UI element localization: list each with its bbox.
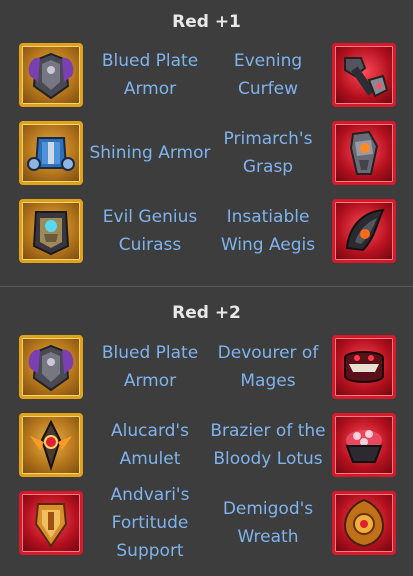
item-row: Blued Plate Armor Devourer of Mages (0, 332, 413, 402)
item-row: Evil Genius Cuirass Insatiable Wing Aegi… (0, 196, 413, 266)
andvaris-fortitude-support-icon[interactable] (19, 491, 83, 555)
item-name-right[interactable]: Primarch's Grasp (203, 118, 333, 188)
item-name-right[interactable]: Devourer of Mages (203, 332, 333, 402)
item-row: Blued Plate Armor Evening Curfew (0, 40, 413, 110)
section-title: Red +2 (172, 303, 241, 323)
item-name-left[interactable]: Evil Genius Cuirass (85, 196, 215, 266)
insatiable-wing-aegis-icon[interactable] (332, 199, 396, 263)
item-name-right[interactable]: Insatiable Wing Aegis (203, 196, 333, 266)
primarchs-grasp-icon[interactable] (332, 121, 396, 185)
item-name-left[interactable]: Andvari's Fortitude Support (85, 485, 215, 561)
shining-armor-icon[interactable] (19, 121, 83, 185)
blued-plate-armor-icon[interactable] (19, 43, 83, 107)
item-name-right[interactable]: Demigod's Wreath (203, 488, 333, 558)
item-name-left[interactable]: Alucard's Amulet (85, 410, 215, 480)
evil-genius-cuirass-icon[interactable] (19, 199, 83, 263)
evening-curfew-icon[interactable] (332, 43, 396, 107)
item-name-left[interactable]: Blued Plate Armor (85, 332, 215, 402)
demigods-wreath-icon[interactable] (332, 491, 396, 555)
item-name-right[interactable]: Evening Curfew (203, 40, 333, 110)
item-name-left[interactable]: Blued Plate Armor (85, 40, 215, 110)
item-name-left[interactable]: Shining Armor (85, 118, 215, 188)
devourer-of-mages-icon[interactable] (332, 335, 396, 399)
section-divider (0, 286, 413, 287)
section-title: Red +1 (172, 12, 241, 32)
brazier-of-the-bloody-lotus-icon[interactable] (332, 413, 396, 477)
section-red-1: Red +1 Blued Plate Armor Evening Curfew … (0, 0, 413, 286)
item-row: Alucard's Amulet Brazier of the Bloody L… (0, 410, 413, 480)
item-list-page: Red +1 Blued Plate Armor Evening Curfew … (0, 0, 413, 576)
blued-plate-armor-icon[interactable] (19, 335, 83, 399)
item-name-right[interactable]: Brazier of the Bloody Lotus (203, 410, 333, 480)
item-row: Andvari's Fortitude Support Demigod's Wr… (0, 485, 413, 561)
item-row: Shining Armor Primarch's Grasp (0, 118, 413, 188)
section-red-2: Red +2 Blued Plate Armor Devourer of Mag… (0, 288, 413, 576)
alucards-amulet-icon[interactable] (19, 413, 83, 477)
